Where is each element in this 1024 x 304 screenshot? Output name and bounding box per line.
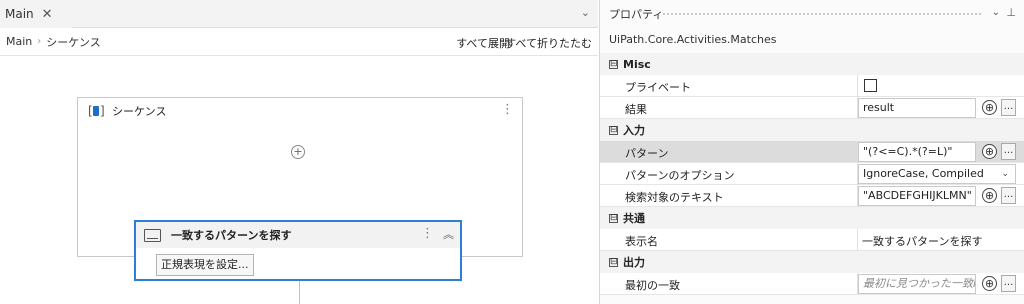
window-icon [144,228,161,242]
category-label: 出力 [623,256,645,269]
pattern-options-select[interactable]: IgnoreCase, Compiled ⌄ [858,164,1016,184]
category-common[interactable]: ⊟ 共通 [600,207,1024,229]
property-value: 一致するパターンを探す [857,229,1024,251]
chevron-down-icon: ⌄ [1001,169,1009,179]
properties-panel: プロパティ ⌄ ⊥ UiPath.Core.Activities.Matches… [599,0,1024,304]
properties-title: プロパティ [609,8,664,21]
breadcrumb-root[interactable]: Main [6,35,32,48]
category-input[interactable]: ⊟ 入力 [600,119,1024,141]
private-checkbox[interactable] [864,79,877,92]
document-tab-bar: Main ✕ ⌄ [0,0,598,28]
connector-line [299,281,300,304]
collapse-icon[interactable]: ⊟ [609,213,618,223]
select-value: IgnoreCase, Compiled [863,167,984,180]
activity-type-name: UiPath.Core.Activities.Matches [609,33,777,46]
activity-title: 一致するパターンを探す [171,229,292,242]
property-label: 結果 [625,103,647,116]
ellipsis-button[interactable]: ... [1001,275,1016,292]
add-variable-icon[interactable]: ⊕ [982,100,997,115]
property-label: 検索対象のテキスト [625,191,724,204]
activity-card-find-matching-patterns[interactable]: 一致するパターンを探す ⋮ ︽ 正規表現を設定... [134,220,462,281]
property-row-pattern-options[interactable]: パターンのオプション IgnoreCase, Compiled ⌄ [600,163,1024,185]
sequence-icon: [ ] [88,104,105,118]
property-value: 最初に見つかった一致i ⊕ ... [857,273,1024,295]
display-name-value[interactable]: 一致するパターンを探す [862,233,982,249]
collapse-icon[interactable]: ⊟ [609,59,618,69]
category-output[interactable]: ⊟ 出力 [600,251,1024,273]
property-row-result[interactable]: 結果 result ⊕ ... [600,97,1024,119]
collapse-all-link[interactable]: すべて折りたたむ [505,35,592,51]
property-row-display-name[interactable]: 表示名 一致するパターンを探す [600,229,1024,251]
sequence-title: シーケンス [112,105,167,118]
add-activity-icon[interactable]: + [291,145,305,159]
drag-grip[interactable] [662,12,982,16]
expand-all-link[interactable]: すべて展開 [456,35,510,51]
pin-icon[interactable]: ⊥ [1006,6,1016,19]
more-options-icon[interactable]: ⋮ [501,102,514,117]
ellipsis-button[interactable]: ... [1001,143,1016,160]
property-value: "ABCDEFGHIJKLMN" ⊕ ... [857,185,1024,207]
result-input[interactable]: result [858,98,976,118]
category-label: Misc [623,57,651,71]
property-row-pattern[interactable]: パターン "(?<=C).*(?=L)" ⊕ ... [600,141,1024,163]
add-variable-icon[interactable]: ⊕ [982,188,997,203]
more-options-icon[interactable]: ⋮ [421,226,434,241]
breadcrumb: Main › シーケンス すべて展開 すべて折りたたむ [0,28,598,56]
property-label: パターン [625,147,669,160]
collapse-icon[interactable]: ︽ [443,226,454,242]
property-label: プライベート [625,81,691,94]
property-row-private[interactable]: プライベート [600,75,1024,97]
close-icon[interactable]: ✕ [42,7,53,22]
add-variable-icon[interactable]: ⊕ [982,144,997,159]
collapse-icon[interactable]: ⊟ [609,125,618,135]
property-value: result ⊕ ... [857,97,1024,119]
search-text-input[interactable]: "ABCDEFGHIJKLMN" [858,186,976,206]
property-label: 表示名 [625,235,658,248]
property-label: 最初の一致 [625,279,680,292]
chevron-down-icon[interactable]: ⌄ [992,7,1000,18]
designer-panel: Main ✕ ⌄ Main › シーケンス すべて展開 すべて折りたたむ [ ]… [0,0,598,304]
property-value: IgnoreCase, Compiled ⌄ [857,163,1024,185]
property-row-first-match[interactable]: 最初の一致 最初に見つかった一致i ⊕ ... [600,273,1024,295]
tab-main[interactable]: Main ✕ [0,0,72,28]
breadcrumb-current[interactable]: シーケンス [46,34,100,50]
first-match-input[interactable]: 最初に見つかった一致i [858,274,976,294]
category-label: 入力 [623,124,645,137]
properties-titlebar: プロパティ ⌄ ⊥ [600,0,1024,28]
activity-header: 一致するパターンを探す ⋮ ︽ [136,222,460,248]
sequence-header: [ ] シーケンス ⋮ [78,98,522,124]
category-misc[interactable]: ⊟ Misc [600,53,1024,75]
property-label: パターンのオプション [625,169,735,182]
ellipsis-button[interactable]: ... [1001,99,1016,116]
tab-main-label: Main [5,7,34,21]
add-variable-icon[interactable]: ⊕ [982,276,997,291]
breadcrumb-separator-icon: › [37,36,42,47]
property-value: "(?<=C).*(?=L)" ⊕ ... [857,141,1024,163]
chevron-down-icon[interactable]: ⌄ [581,6,590,19]
category-label: 共通 [623,212,645,225]
collapse-icon[interactable]: ⊟ [609,257,618,267]
property-row-search-text[interactable]: 検索対象のテキスト "ABCDEFGHIJKLMN" ⊕ ... [600,185,1024,207]
pattern-input[interactable]: "(?<=C).*(?=L)" [858,142,976,162]
configure-regex-button[interactable]: 正規表現を設定... [156,254,254,276]
property-value [857,75,1024,97]
ellipsis-button[interactable]: ... [1001,187,1016,204]
